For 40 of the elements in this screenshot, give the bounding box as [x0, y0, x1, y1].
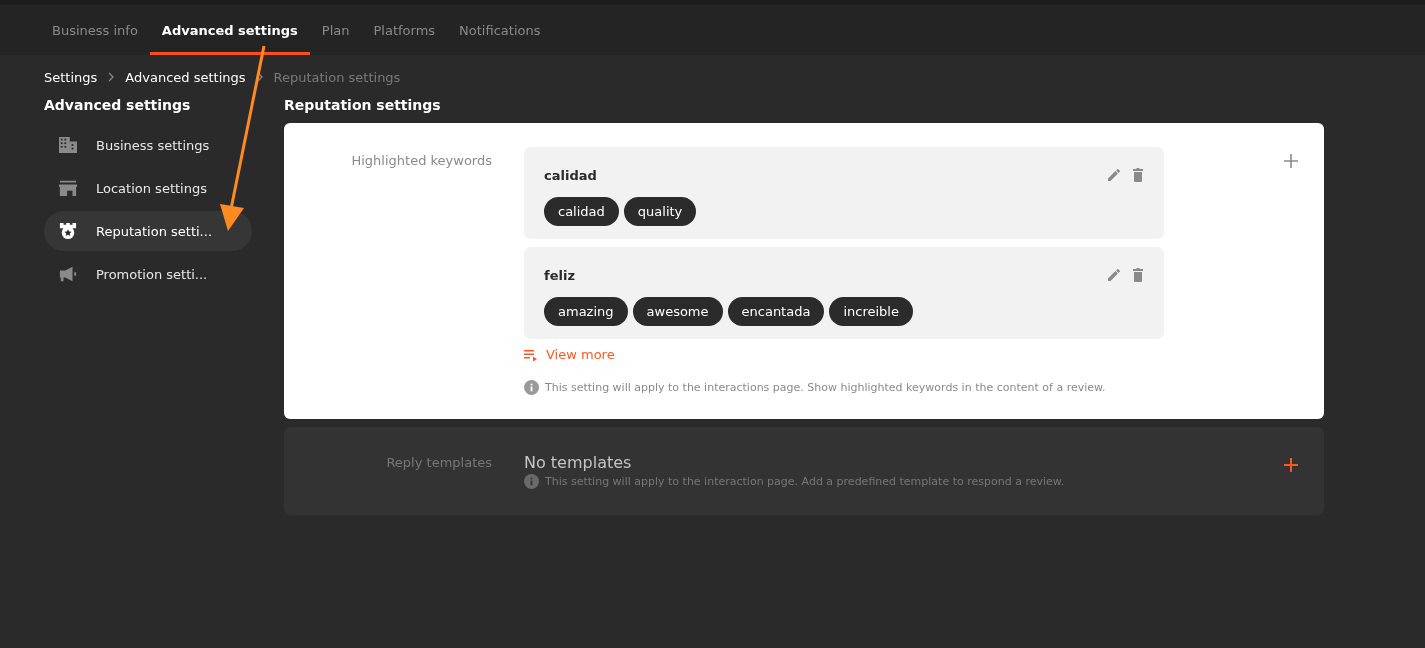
- hint-text: This setting will apply to the interactions page. Show highlighted keywords in the content of a review.: [545, 381, 1106, 394]
- setting-label: Reply templates: [385, 454, 492, 472]
- section-title: Reputation settings: [284, 97, 442, 115]
- tab[interactable]: Business info: [40, 5, 150, 55]
- tab[interactable]: Advanced settings: [149, 5, 310, 55]
- trash-icon[interactable]: [1132, 167, 1144, 183]
- info-icon: [524, 380, 539, 395]
- sidebar-item[interactable]: Business settings: [44, 125, 252, 165]
- trash-icon[interactable]: [1132, 267, 1144, 283]
- pencil-icon[interactable]: [1106, 267, 1122, 283]
- empty-state-text: No templates: [524, 453, 633, 472]
- keyword-tag: quality: [623, 197, 697, 226]
- keyword-group-name: calidad: [544, 167, 597, 183]
- pencil-icon[interactable]: [1106, 167, 1122, 183]
- keyword-tag: calidad: [544, 197, 619, 226]
- keyword-tag: increible: [829, 297, 913, 326]
- sidebar-item[interactable]: Reputation setti...: [44, 211, 252, 251]
- list-icon: [524, 348, 538, 361]
- megaphone-icon: [58, 265, 78, 283]
- breadcrumb-link[interactable]: Advanced settings: [125, 69, 246, 85]
- hint-text: This setting will apply to the interaction page. Add a predefined template to respond a review.: [545, 475, 1065, 488]
- badge-star-icon: [58, 222, 78, 240]
- setting-label: Highlighted keywords: [350, 152, 492, 170]
- sidebar-item[interactable]: Promotion setti...: [44, 254, 252, 294]
- add-icon[interactable]: [1283, 153, 1299, 169]
- building-icon: [58, 136, 78, 154]
- sidebar-title: Advanced settings: [44, 97, 192, 115]
- keyword-tag: encantada: [727, 297, 825, 326]
- keyword-group-name: feliz: [544, 267, 575, 283]
- tab[interactable]: Platforms: [361, 5, 448, 55]
- keyword-tag: awesome: [632, 297, 723, 326]
- chevron-right-icon: [107, 72, 116, 82]
- tab[interactable]: Notifications: [447, 5, 553, 55]
- tab[interactable]: Plan: [309, 5, 362, 55]
- sidebar-item[interactable]: Location settings: [44, 168, 252, 208]
- keyword-tag: amazing: [544, 297, 628, 326]
- add-icon[interactable]: [1283, 457, 1299, 473]
- storefront-icon: [58, 179, 78, 197]
- info-icon: [524, 474, 539, 489]
- breadcrumb-link[interactable]: Settings: [44, 69, 98, 85]
